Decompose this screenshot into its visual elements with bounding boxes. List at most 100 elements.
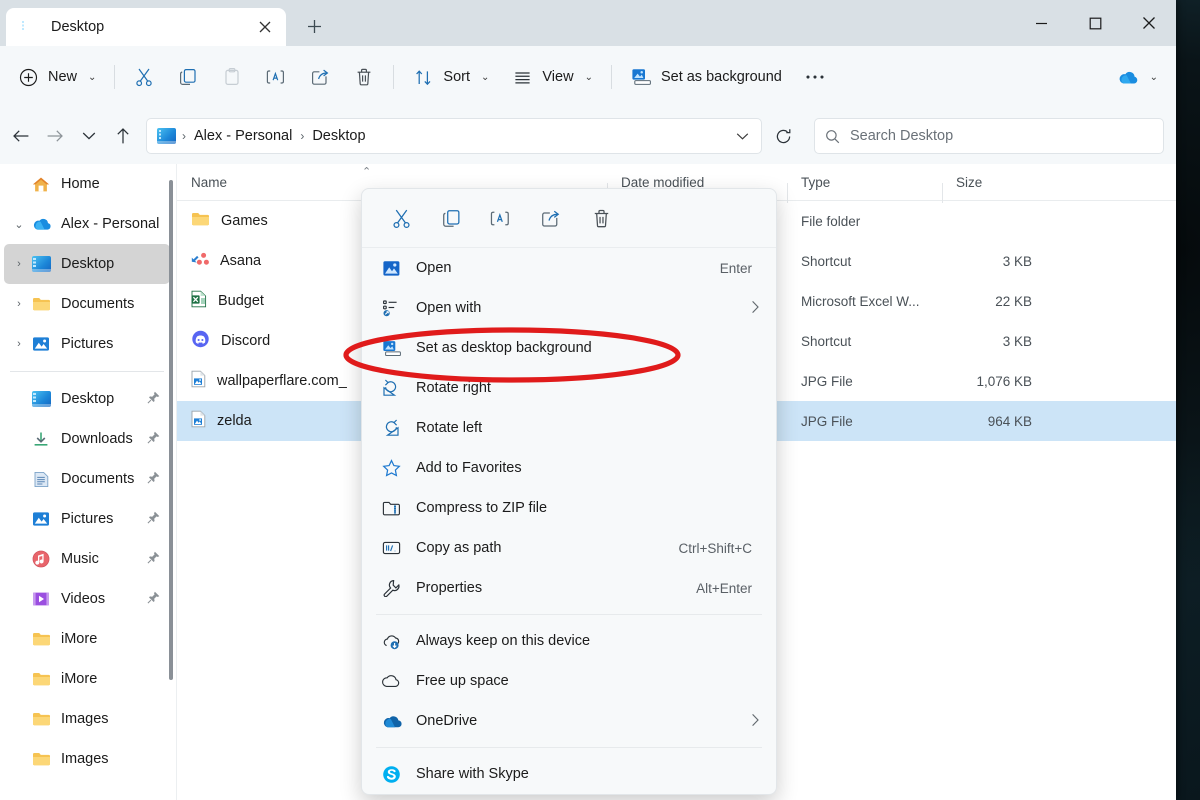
context-item-label: Open: [416, 260, 451, 276]
new-tab-icon[interactable]: [294, 8, 334, 44]
context-item-open-with[interactable]: Open with: [362, 288, 776, 328]
context-rename-button[interactable]: [480, 199, 522, 237]
delete-button[interactable]: [342, 58, 386, 96]
onedrive-icon: [380, 714, 402, 729]
context-item-onedrive[interactable]: OneDrive: [362, 701, 776, 741]
sort-ascending-icon: ⌃: [362, 165, 371, 178]
context-item-copy-as-path[interactable]: Copy as path Ctrl+Shift+C: [362, 528, 776, 568]
onedrive-status-button[interactable]: ⌄: [1116, 66, 1158, 88]
sidebar-item-alex-personal[interactable]: ⌄ Alex - Personal: [4, 204, 170, 244]
pin-icon[interactable]: [147, 511, 160, 528]
context-item-label: Rotate right: [416, 380, 491, 396]
sort-button[interactable]: Sort ⌄: [401, 58, 500, 96]
recent-locations-button[interactable]: [72, 119, 106, 153]
set-as-background-button[interactable]: Set as background: [619, 58, 793, 96]
sidebar-label: iMore: [61, 671, 97, 687]
expander-icon[interactable]: ›: [8, 258, 30, 270]
trash-icon: [353, 66, 375, 88]
minimize-button[interactable]: [1014, 0, 1068, 46]
sidebar-item-images-2[interactable]: Images: [4, 739, 170, 779]
context-item-always-keep-on-device[interactable]: Always keep on this device: [362, 621, 776, 661]
context-item-free-up-space[interactable]: Free up space: [362, 661, 776, 701]
forward-button[interactable]: [38, 119, 72, 153]
more-options-button[interactable]: [793, 58, 837, 96]
sidebar-item-imore-1[interactable]: iMore: [4, 619, 170, 659]
sidebar-item-music[interactable]: Music: [4, 539, 170, 579]
copy-button[interactable]: [166, 58, 210, 96]
pin-icon[interactable]: [147, 431, 160, 448]
set-as-background-label: Set as background: [661, 69, 782, 85]
sidebar-scrollbar[interactable]: [169, 180, 173, 680]
search-input[interactable]: Search Desktop: [814, 118, 1164, 154]
tab-label: Desktop: [51, 19, 250, 35]
sidebar-item-quick-desktop[interactable]: Desktop: [4, 379, 170, 419]
new-button[interactable]: New ⌄: [6, 58, 107, 96]
cut-button[interactable]: [122, 58, 166, 96]
scissors-icon: [133, 66, 155, 88]
file-name-label: Discord: [221, 333, 270, 349]
column-header-type[interactable]: Type: [787, 175, 942, 190]
breadcrumb-item-1[interactable]: Desktop: [306, 125, 371, 147]
up-button[interactable]: [106, 119, 140, 153]
sidebar-item-home[interactable]: Home: [4, 164, 170, 204]
folder-icon: [30, 711, 52, 727]
maximize-button[interactable]: [1068, 0, 1122, 46]
view-button[interactable]: View ⌄: [500, 58, 604, 96]
breadcrumb-item-0[interactable]: Alex - Personal: [188, 125, 298, 147]
context-item-add-to-favorites[interactable]: Add to Favorites: [362, 448, 776, 488]
tab-desktop[interactable]: Desktop: [6, 8, 286, 46]
document-icon: [30, 471, 52, 488]
close-button[interactable]: [1122, 0, 1176, 46]
pin-icon[interactable]: [147, 391, 160, 408]
navigation-pane[interactable]: Home ⌄ Alex - Personal › Desktop › Docum: [0, 164, 176, 800]
context-item-rotate-left[interactable]: Rotate left: [362, 408, 776, 448]
breadcrumb[interactable]: › Alex - Personal › Desktop: [146, 118, 762, 154]
column-header-size[interactable]: Size: [942, 175, 1046, 190]
sidebar-item-pictures[interactable]: › Pictures: [4, 324, 170, 364]
refresh-button[interactable]: [766, 119, 800, 153]
expander-icon[interactable]: ⌄: [8, 218, 30, 231]
context-item-open[interactable]: Open Enter: [362, 248, 776, 288]
chevron-right-icon: [751, 300, 760, 317]
close-tab-icon[interactable]: [250, 12, 280, 42]
breadcrumb-root-icon[interactable]: [157, 128, 176, 144]
sidebar-label: Music: [61, 551, 99, 567]
sidebar-item-videos[interactable]: Videos: [4, 579, 170, 619]
chevron-down-icon[interactable]: ⌄: [1150, 72, 1158, 83]
rename-button[interactable]: [254, 58, 298, 96]
sidebar-item-pictures-quick[interactable]: Pictures: [4, 499, 170, 539]
toolbar-divider: [114, 65, 115, 89]
sidebar-item-images-1[interactable]: Images: [4, 699, 170, 739]
context-item-compress-to-zip[interactable]: Compress to ZIP file: [362, 488, 776, 528]
context-copy-button[interactable]: [430, 199, 472, 237]
context-item-share-with-skype[interactable]: Share with Skype: [362, 754, 776, 794]
sidebar-item-desktop[interactable]: › Desktop: [4, 244, 170, 284]
sidebar-label: Home: [61, 176, 100, 192]
jpg-file-icon: [191, 370, 206, 392]
sidebar-item-imore-2[interactable]: iMore: [4, 659, 170, 699]
wallpaper-icon: [380, 339, 402, 358]
context-menu[interactable]: Open Enter Open with: [361, 188, 777, 795]
share-button[interactable]: [298, 58, 342, 96]
context-item-rotate-right[interactable]: Rotate right: [362, 368, 776, 408]
pin-icon[interactable]: [147, 551, 160, 568]
expander-icon[interactable]: ›: [8, 338, 30, 350]
sidebar-item-documents-quick[interactable]: Documents: [4, 459, 170, 499]
back-button[interactable]: [4, 119, 38, 153]
copy-icon: [177, 66, 199, 88]
pin-icon[interactable]: [147, 471, 160, 488]
pin-icon[interactable]: [147, 591, 160, 608]
view-button-label: View: [542, 69, 573, 85]
breadcrumb-dropdown-icon[interactable]: [729, 123, 755, 149]
sidebar-item-documents[interactable]: › Documents: [4, 284, 170, 324]
context-share-button[interactable]: [530, 199, 572, 237]
command-bar: New ⌄: [0, 46, 1176, 108]
context-item-properties[interactable]: Properties Alt+Enter: [362, 568, 776, 608]
paste-button[interactable]: [210, 58, 254, 96]
sidebar-item-downloads[interactable]: Downloads: [4, 419, 170, 459]
context-item-set-as-desktop-background[interactable]: Set as desktop background: [362, 328, 776, 368]
expander-icon[interactable]: ›: [8, 298, 30, 310]
file-size-cell: 22 KB: [942, 294, 1046, 309]
context-delete-button[interactable]: [580, 199, 622, 237]
context-cut-button[interactable]: [380, 199, 422, 237]
